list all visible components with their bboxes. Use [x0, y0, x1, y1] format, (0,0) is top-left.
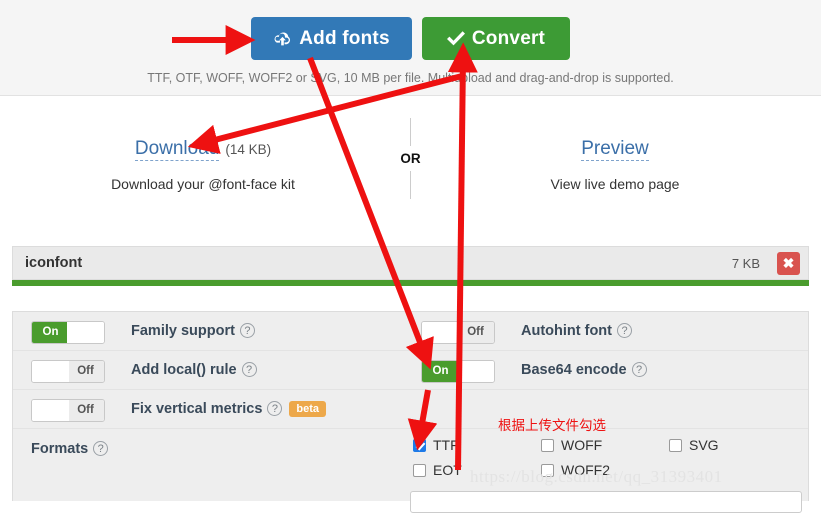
- toggle-state-label: Off: [67, 361, 104, 382]
- toggle-autohint-font[interactable]: Off: [421, 321, 495, 344]
- toggle-state-label: On: [422, 361, 459, 382]
- format-option-ttf[interactable]: TTF: [413, 437, 541, 453]
- upload-progress-bar: [12, 280, 809, 286]
- toggle-knob: [32, 361, 69, 382]
- format-label: WOFF: [561, 437, 603, 453]
- option-label-wrap: Autohint font?: [521, 323, 632, 339]
- page-root: Add fonts Convert TTF, OTF, WOFF, WOFF2 …: [0, 0, 821, 513]
- checkbox-ttf[interactable]: [413, 439, 426, 452]
- toggle-base64-encode[interactable]: On: [421, 360, 495, 383]
- checkbox-woff[interactable]: [541, 439, 554, 452]
- help-icon[interactable]: ?: [631, 362, 647, 377]
- remove-file-button[interactable]: ✖: [777, 252, 800, 275]
- add-fonts-button[interactable]: Add fonts: [251, 17, 412, 60]
- option-row: Off Add local() rule? On Base64 encode?: [13, 351, 808, 390]
- partial-bottom-input[interactable]: [410, 491, 802, 513]
- convert-button[interactable]: Convert: [422, 17, 570, 60]
- file-name: iconfont: [25, 255, 83, 271]
- option-label-wrap: Base64 encode?: [521, 362, 647, 378]
- format-label: EOT: [433, 462, 462, 478]
- file-size: 7 KB: [731, 256, 760, 271]
- help-icon[interactable]: ?: [93, 441, 109, 456]
- or-line-top: [410, 118, 411, 146]
- beta-badge: beta: [289, 401, 327, 417]
- toggle-state-label: On: [32, 322, 69, 343]
- option-label: Autohint font: [521, 323, 612, 339]
- or-line-bottom: [410, 171, 411, 199]
- toggle-knob: [457, 361, 494, 382]
- toggle-family-support[interactable]: On: [31, 321, 105, 344]
- toggle-state-label: Off: [67, 400, 104, 421]
- format-option-woff[interactable]: WOFF: [541, 437, 669, 453]
- upload-hint: TTF, OTF, WOFF, WOFF2 or SVG, 10 MB per …: [147, 71, 674, 85]
- option-label-wrap: Fix vertical metrics? beta: [131, 401, 327, 417]
- uploaded-file-row: iconfont 7 KB ✖: [12, 246, 809, 280]
- annotation-chinese-note: 根据上传文件勾选: [498, 418, 606, 434]
- option-label-wrap: Family support?: [131, 323, 255, 339]
- checkbox-svg[interactable]: [669, 439, 682, 452]
- result-actions-section: Download (14 KB) Download your @font-face…: [0, 96, 821, 241]
- formats-label: Formats: [31, 441, 89, 457]
- help-icon[interactable]: ?: [241, 362, 257, 377]
- add-fonts-label: Add fonts: [299, 28, 390, 49]
- check-icon: [446, 19, 465, 62]
- help-icon[interactable]: ?: [617, 323, 632, 338]
- primary-action-row: Add fonts Convert: [0, 17, 821, 60]
- toggle-knob: [32, 400, 69, 421]
- checkbox-eot[interactable]: [413, 464, 426, 477]
- option-row: Off Fix vertical metrics? beta: [13, 390, 808, 429]
- upload-progress-track: [12, 280, 809, 286]
- format-label: TTF: [433, 437, 459, 453]
- or-label: OR: [400, 151, 421, 166]
- option-row: On Family support? Off Autohint font?: [13, 312, 808, 351]
- toggle-knob: [422, 322, 459, 343]
- toggle-knob: [67, 322, 104, 343]
- toggle-add-local-rule[interactable]: Off: [31, 360, 105, 383]
- option-label: Fix vertical metrics: [131, 401, 263, 417]
- cloud-upload-icon: [273, 19, 292, 62]
- convert-label: Convert: [471, 28, 546, 49]
- option-label-wrap: Add local() rule?: [131, 362, 257, 378]
- option-label: Add local() rule: [131, 362, 237, 378]
- watermark-text: https://blog.csdn.net/qq_31393401: [470, 467, 723, 486]
- format-option-svg[interactable]: SVG: [669, 437, 797, 453]
- or-divider: OR: [0, 118, 821, 199]
- help-icon[interactable]: ?: [267, 401, 283, 416]
- format-label: SVG: [689, 437, 719, 453]
- help-icon[interactable]: ?: [239, 323, 255, 338]
- option-label: Base64 encode: [521, 362, 627, 378]
- upload-toolbar: Add fonts Convert TTF, OTF, WOFF, WOFF2 …: [0, 0, 821, 96]
- formats-label-wrap: Formats?: [31, 441, 109, 457]
- option-label: Family support: [131, 323, 235, 339]
- toggle-fix-vertical-metrics[interactable]: Off: [31, 399, 105, 422]
- toggle-state-label: Off: [457, 322, 494, 343]
